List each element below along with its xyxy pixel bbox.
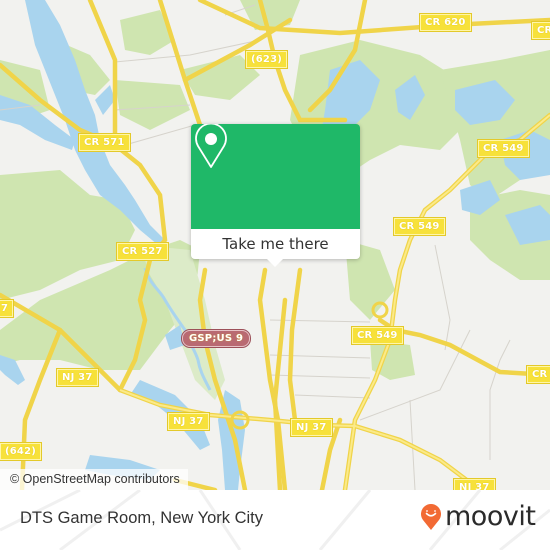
road-label-cr-620: CR 620 — [419, 13, 472, 32]
location-popup: Take me there — [191, 124, 360, 267]
moovit-logo[interactable]: moovit — [420, 501, 536, 532]
footer-bar: DTS Game Room, New York City moovit — [0, 490, 550, 550]
map-attribution[interactable]: © OpenStreetMap contributors — [0, 469, 188, 490]
road-label-cr-549-south: CR 549 — [351, 326, 404, 345]
road-label-cr-527: CR 527 — [116, 242, 169, 261]
road-label-nj37-east: NJ 37 — [453, 478, 496, 490]
road-label-nj37-west: NJ 37 — [56, 368, 99, 387]
road-label-cr-571: CR 571 — [78, 133, 131, 152]
moovit-wordmark: moovit — [445, 501, 536, 532]
map-view[interactable]: CR 620 CR (623) CR 571 CR 549 CR 549 CR … — [0, 0, 550, 490]
road-label-cr-549-north: CR 549 — [477, 139, 530, 158]
road-label-642: (642) — [0, 442, 43, 461]
road-label-cr-620-east: CR — [530, 21, 550, 40]
road-label-left-edge: 7 — [0, 299, 15, 318]
place-title: DTS Game Room, New York City — [20, 509, 263, 527]
popup-header — [191, 124, 360, 229]
road-label-cr-549-east: CR 549 — [526, 365, 550, 384]
moovit-pin-icon — [421, 504, 441, 530]
take-me-there-label: Take me there — [222, 235, 329, 253]
location-pin-icon — [195, 124, 227, 168]
road-label-cr-549-mid: CR 549 — [393, 217, 446, 236]
road-label-gsp-us9: GSP;US 9 — [180, 329, 252, 348]
road-label-nj37-mid-left: NJ 37 — [167, 412, 210, 431]
road-label-nj37-mid: NJ 37 — [290, 418, 333, 437]
road-label-623: (623) — [244, 50, 289, 69]
popup-pointer — [266, 258, 284, 267]
take-me-there-button[interactable]: Take me there — [191, 229, 360, 259]
